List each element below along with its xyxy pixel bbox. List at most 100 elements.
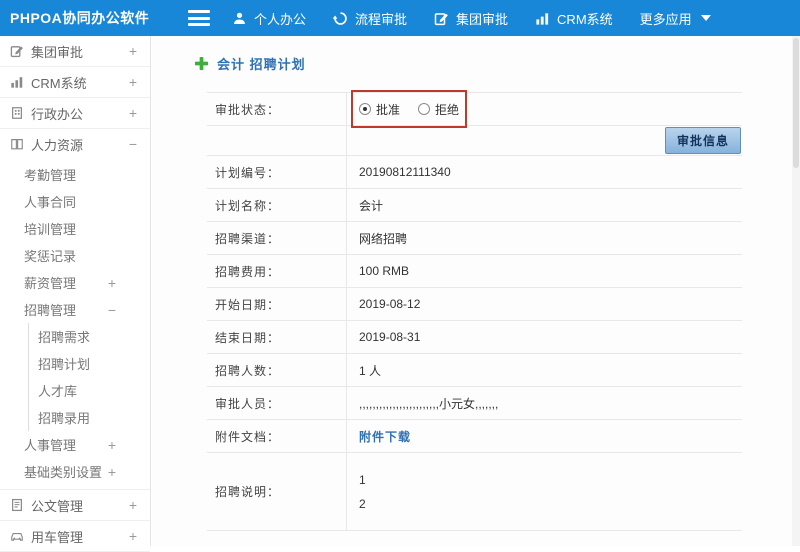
approve-option[interactable]: 批准 [359, 101, 400, 118]
nav-label: 个人办公 [254, 9, 306, 28]
nav-personal-office[interactable]: 个人办公 [232, 9, 306, 28]
expand-plus-icon[interactable]: + [129, 44, 137, 58]
sidebar-item-crm[interactable]: CRM系统 + [0, 67, 150, 97]
sidebar-item-attendance[interactable]: 考勤管理 [0, 161, 150, 188]
reject-option[interactable]: 拒绝 [418, 101, 459, 118]
nav-label: 流程审批 [355, 9, 407, 28]
row-recruit-cost: 招聘费用： 100 RMB [207, 254, 742, 287]
field-label: 招聘人数： [207, 354, 347, 386]
sidebar-item-personnel[interactable]: 人事管理 + [0, 431, 150, 458]
field-label: 结束日期： [207, 321, 347, 353]
sidebar-item-label: 招聘管理 [24, 300, 76, 319]
collapse-minus-icon[interactable]: − [129, 137, 137, 151]
sidebar-item-label: 薪资管理 [24, 273, 76, 292]
expand-plus-icon[interactable]: + [108, 438, 116, 452]
sidebar-item-group-approval[interactable]: 集团审批 + [0, 36, 150, 66]
recruitment-submenu: 招聘需求 招聘计划 人才库 招聘录用 [28, 323, 150, 431]
sidebar-item-hr[interactable]: 人力资源 − [0, 129, 150, 159]
sidebar-item-document-mgmt[interactable]: 公文管理 + [0, 490, 150, 520]
row-attachment: 附件文档： 附件下载 [207, 419, 742, 452]
nav-crm[interactable]: CRM系统 [535, 9, 613, 28]
hamburger-menu-icon[interactable] [188, 10, 210, 26]
building-icon [10, 106, 24, 120]
sidebar-item-label: 人事管理 [24, 435, 76, 454]
field-label: 招聘费用： [207, 255, 347, 287]
collapse-minus-icon[interactable]: − [108, 303, 116, 317]
main-content: 会计 招聘计划 审批状态： 批准 拒绝 审批信息 [152, 36, 800, 546]
field-value: 2019-08-31 [347, 321, 742, 353]
sidebar-item-label: 人才库 [38, 381, 77, 400]
field-label: 招聘渠道： [207, 222, 347, 254]
sidebar-item-recruit-hire[interactable]: 招聘录用 [29, 404, 150, 431]
breadcrumb: 会计 招聘计划 [194, 54, 306, 73]
add-plus-icon[interactable] [194, 56, 209, 71]
sidebar-item-label: 奖惩记录 [24, 246, 76, 265]
row-plan-name: 计划名称： 会计 [207, 188, 742, 221]
scrollbar-thumb[interactable] [793, 38, 799, 168]
sidebar-item-label: 用车管理 [31, 527, 83, 546]
row-end-date: 结束日期： 2019-08-31 [207, 320, 742, 353]
sidebar-item-contract[interactable]: 人事合同 [0, 188, 150, 215]
car-icon [10, 529, 24, 543]
row-recruit-channel: 招聘渠道： 网络招聘 [207, 221, 742, 254]
approval-status-row: 审批状态： 批准 拒绝 [207, 92, 742, 125]
nav-process-approval[interactable]: 流程审批 [333, 9, 407, 28]
topbar: PHPOA协同办公软件 个人办公 流程审批 集团审批 CRM系统 更多应用 [0, 0, 800, 36]
sidebar-item-label: 培训管理 [24, 219, 76, 238]
sidebar-item-salary[interactable]: 薪资管理 + [0, 269, 150, 296]
sidebar-item-label: 人力资源 [31, 135, 83, 154]
nav-more-apps[interactable]: 更多应用 [640, 9, 711, 28]
edit-icon [434, 11, 449, 26]
nav-group-approval[interactable]: 集团审批 [434, 9, 508, 28]
sidebar-item-label: 招聘需求 [38, 327, 90, 346]
sidebar-item-basic-category[interactable]: 基础类别设置 + [0, 458, 150, 485]
field-label: 计划编号： [207, 156, 347, 188]
field-value: 20190812111340 [347, 156, 742, 188]
field-value: 1 2 [347, 453, 742, 530]
top-nav: 个人办公 流程审批 集团审批 CRM系统 更多应用 [232, 9, 711, 28]
row-headcount: 招聘人数： 1 人 [207, 353, 742, 386]
sidebar-item-admin-office[interactable]: 行政办公 + [0, 98, 150, 128]
radio-approve-icon[interactable] [359, 103, 371, 115]
field-label: 招聘说明： [207, 453, 347, 530]
attachment-cell: 附件下载 [347, 420, 742, 452]
sidebar-item-talent-pool[interactable]: 人才库 [29, 377, 150, 404]
book-icon [10, 137, 24, 151]
expand-plus-icon[interactable]: + [129, 498, 137, 512]
expand-plus-icon[interactable]: + [129, 106, 137, 120]
field-label: 开始日期： [207, 288, 347, 320]
row-approvers: 审批人员： ,,,,,,,,,,,,,,,,,,,,,,,,小元女,,,,,,, [207, 386, 742, 419]
nav-label: CRM系统 [557, 9, 613, 28]
approval-radio-group: 批准 拒绝 [347, 93, 742, 125]
document-icon [10, 498, 24, 512]
radio-reject-icon[interactable] [418, 103, 430, 115]
expand-plus-icon[interactable]: + [129, 75, 137, 89]
attachment-download-link[interactable]: 附件下载 [359, 428, 411, 445]
empty-label-cell [207, 126, 347, 155]
field-value: 1 人 [347, 354, 742, 386]
sidebar-item-label: CRM系统 [31, 73, 87, 92]
cycle-icon [333, 11, 348, 26]
button-row: 审批信息 [207, 125, 742, 155]
expand-plus-icon[interactable]: + [108, 276, 116, 290]
nav-label: 集团审批 [456, 9, 508, 28]
bar-chart-icon [10, 75, 24, 89]
row-plan-number: 计划编号： 20190812111340 [207, 155, 742, 188]
vertical-scrollbar[interactable] [792, 36, 800, 546]
sidebar-item-recruitment[interactable]: 招聘管理 − [0, 296, 150, 323]
person-icon [232, 11, 247, 26]
sidebar-item-recruit-plan[interactable]: 招聘计划 [29, 350, 150, 377]
sidebar-item-recruit-demand[interactable]: 招聘需求 [29, 323, 150, 350]
field-label: 计划名称： [207, 189, 347, 221]
sidebar-item-vehicle-mgmt[interactable]: 用车管理 + [0, 521, 150, 551]
sidebar-item-rewards[interactable]: 奖惩记录 [0, 242, 150, 269]
row-recruit-description: 招聘说明： 1 2 [207, 452, 742, 530]
bar-chart-icon [535, 11, 550, 26]
row-start-date: 开始日期： 2019-08-12 [207, 287, 742, 320]
expand-plus-icon[interactable]: + [108, 465, 116, 479]
sidebar-item-training[interactable]: 培训管理 [0, 215, 150, 242]
expand-plus-icon[interactable]: + [129, 529, 137, 543]
approve-info-button[interactable]: 审批信息 [665, 127, 741, 154]
field-label: 审批状态： [207, 93, 347, 125]
sidebar-item-label: 集团审批 [31, 42, 83, 61]
